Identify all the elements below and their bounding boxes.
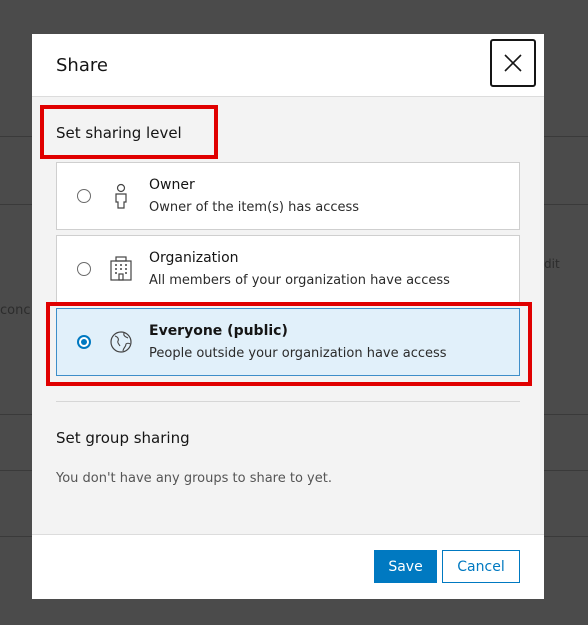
highlight-box-everyone bbox=[46, 302, 532, 386]
sharing-option-organization[interactable]: Organization All members of your organiz… bbox=[56, 235, 520, 303]
highlight-box-heading bbox=[40, 105, 218, 159]
sharing-option-owner[interactable]: Owner Owner of the item(s) has access bbox=[56, 162, 520, 230]
background-text-left: conc bbox=[0, 303, 31, 318]
background-text-right: dit bbox=[544, 257, 560, 271]
close-button[interactable] bbox=[490, 39, 536, 87]
dialog-header: Share bbox=[32, 34, 544, 97]
building-icon bbox=[110, 256, 132, 281]
section-divider bbox=[56, 401, 520, 402]
radio-organization[interactable] bbox=[77, 262, 91, 276]
radio-owner[interactable] bbox=[77, 189, 91, 203]
dialog-title: Share bbox=[56, 55, 108, 76]
save-button[interactable]: Save bbox=[374, 550, 437, 583]
dialog-footer: Save Cancel bbox=[32, 534, 544, 599]
option-description: All members of your organization have ac… bbox=[149, 273, 450, 288]
share-dialog: Share Set sharing level Owner Owner of t… bbox=[32, 34, 544, 599]
option-title: Owner bbox=[149, 177, 195, 193]
option-description: Owner of the item(s) has access bbox=[149, 200, 360, 215]
group-sharing-heading: Set group sharing bbox=[56, 429, 190, 447]
person-icon bbox=[115, 183, 127, 209]
option-title: Organization bbox=[149, 250, 239, 266]
close-icon bbox=[504, 54, 522, 72]
cancel-button[interactable]: Cancel bbox=[442, 550, 520, 583]
group-sharing-empty-message: You don't have any groups to share to ye… bbox=[56, 471, 332, 486]
